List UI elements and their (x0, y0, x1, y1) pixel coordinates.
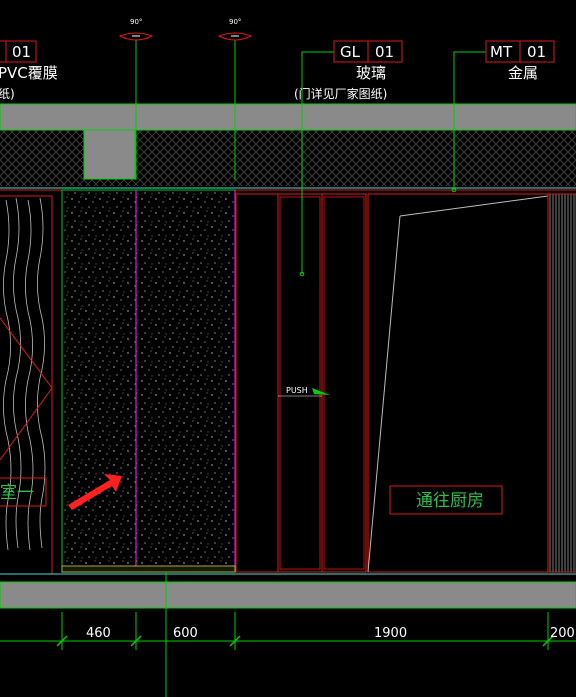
dimension-1900: 1900 (374, 626, 407, 641)
svg-text:玻璃: 玻璃 (356, 64, 386, 82)
left-wood-panel: 室一 (0, 195, 53, 575)
material-tag-pvc: 01 PVC覆膜 纸) (0, 40, 58, 101)
elevation-drawing: 室一 PUSH 通往厨房 90° 90° 01 PVC覆膜 纸) GL 01 玻… (0, 18, 576, 697)
door-swing-marker-1: 90° (118, 18, 154, 41)
svg-text:01: 01 (375, 43, 394, 61)
material-tag-glass: GL 01 玻璃 (门详见厂家图纸) (294, 40, 403, 101)
glass-door: PUSH (235, 193, 367, 573)
room-label-kitchen: 通往厨房 (416, 491, 484, 511)
kitchen-opening: 通往厨房 (367, 193, 576, 573)
room-label-left: 室一 (0, 483, 34, 503)
svg-text:01: 01 (12, 43, 31, 61)
material-tag-metal: MT 01 金属 (485, 40, 555, 82)
dimension-460: 460 (86, 626, 111, 641)
door-swing-marker-2: 90° (217, 18, 253, 41)
door-swing-icon (312, 388, 330, 395)
svg-text:PVC覆膜: PVC覆膜 (0, 64, 58, 82)
svg-text:纸): 纸) (0, 87, 15, 101)
svg-text:01: 01 (527, 43, 546, 61)
dimension-200: 200 (550, 626, 575, 641)
ceiling-band (0, 103, 576, 191)
floor-band (0, 573, 576, 609)
stone-panel (61, 189, 236, 573)
push-label: PUSH (286, 386, 308, 395)
svg-text:金属: 金属 (508, 64, 538, 82)
svg-text:MT: MT (490, 43, 513, 61)
dimension-line: 460 600 1900 200 (0, 612, 576, 650)
svg-text:GL: GL (340, 43, 361, 61)
dimension-600: 600 (173, 626, 198, 641)
svg-text:90°: 90° (229, 18, 241, 26)
ceiling-block (83, 129, 136, 180)
svg-text:(门详见厂家图纸): (门详见厂家图纸) (294, 86, 387, 101)
svg-text:90°: 90° (130, 18, 142, 26)
